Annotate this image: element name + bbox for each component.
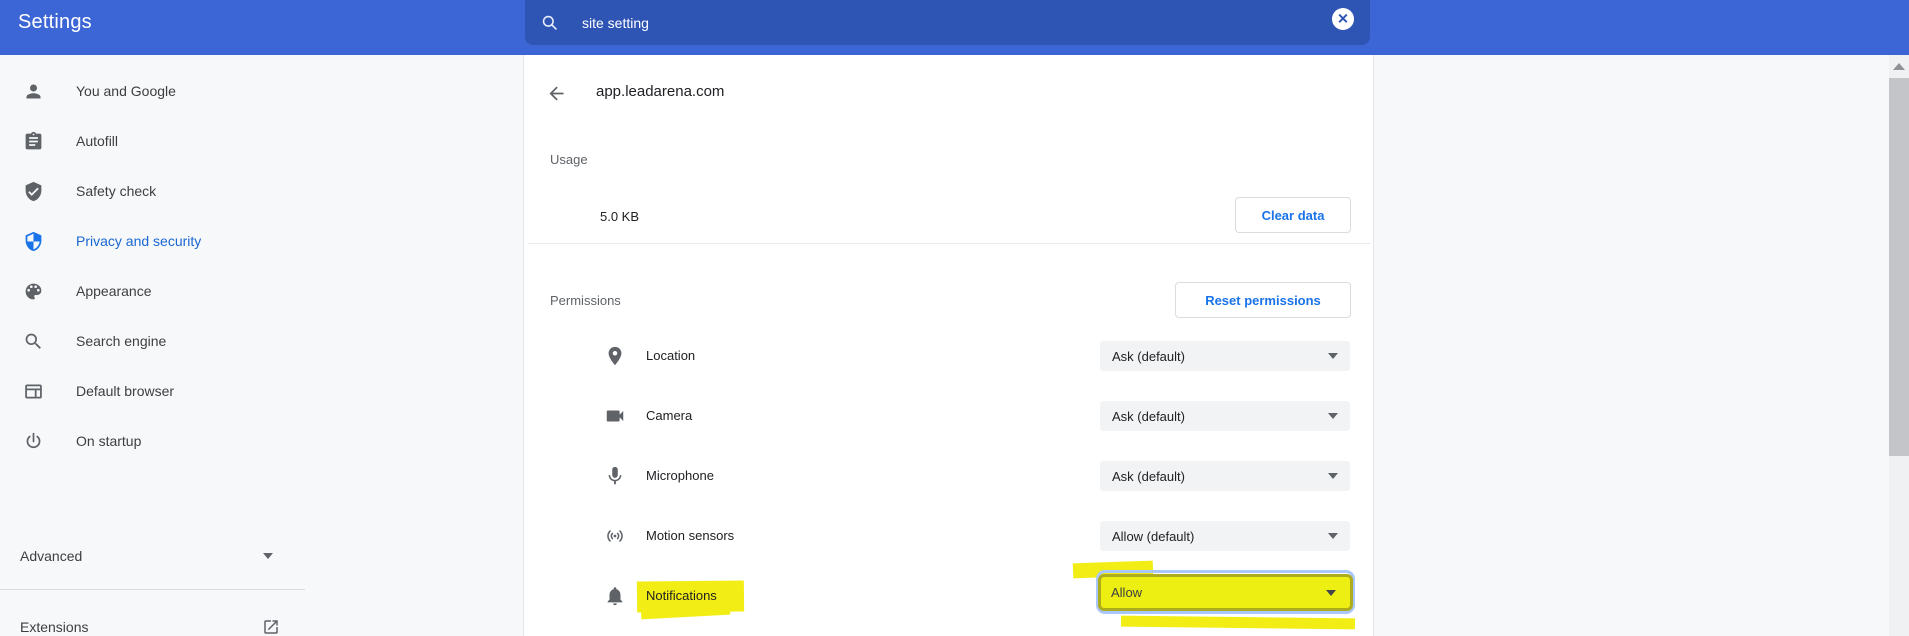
shield-check-icon	[23, 181, 44, 202]
sidebar-item-autofill[interactable]: Autofill	[0, 116, 300, 166]
microphone-permission-dropdown[interactable]: Ask (default)	[1100, 461, 1350, 491]
sidebar-item-label: Safety check	[76, 183, 157, 199]
sidebar-item-on-startup[interactable]: On startup	[0, 416, 300, 466]
sidebar-item-extensions[interactable]: Extensions	[0, 607, 300, 636]
settings-search-box[interactable]: ✕	[525, 0, 1370, 45]
camera-icon	[604, 405, 626, 427]
dropdown-value: Ask (default)	[1112, 468, 1185, 484]
usage-size-value: 5.0 KB	[600, 209, 640, 224]
back-button[interactable]	[546, 80, 572, 106]
extensions-label: Extensions	[20, 619, 89, 635]
scrollbar-up-arrow-icon[interactable]	[1893, 63, 1905, 70]
section-divider	[528, 243, 1371, 244]
sidebar-item-label: You and Google	[76, 83, 176, 99]
sidebar-item-privacy-and-security[interactable]: Privacy and security	[0, 216, 300, 266]
permission-label: Location	[646, 348, 696, 363]
page-title: Settings	[18, 11, 92, 33]
chrome-settings-page: Settings ✕ You and Google Autofill	[0, 0, 1909, 636]
dropdown-value: Allow	[1111, 585, 1143, 600]
reset-permissions-button[interactable]: Reset permissions	[1175, 282, 1351, 318]
bell-icon	[604, 585, 626, 607]
permissions-section-label: Permissions	[550, 293, 621, 308]
person-icon	[23, 81, 44, 102]
microphone-icon	[604, 465, 626, 487]
browser-window-icon	[23, 381, 44, 402]
scrollbar-thumb[interactable]	[1889, 78, 1909, 456]
camera-permission-dropdown[interactable]: Ask (default)	[1100, 401, 1350, 431]
usage-section-label: Usage	[550, 152, 588, 167]
permission-label: Motion sensors	[646, 528, 735, 543]
settings-sidebar: You and Google Autofill Safety check Pri…	[0, 55, 523, 636]
sidebar-item-default-browser[interactable]: Default browser	[0, 366, 300, 416]
permission-row-motion-sensors: Motion sensors Allow (default)	[524, 506, 1375, 566]
vertical-scrollbar[interactable]	[1889, 55, 1909, 636]
close-icon: ✕	[1337, 10, 1349, 27]
external-link-icon	[262, 618, 280, 636]
sidebar-item-you-and-google[interactable]: You and Google	[0, 66, 300, 116]
permission-row-location: Location Ask (default)	[524, 326, 1375, 386]
sidebar-item-label: On startup	[76, 433, 142, 449]
permission-row-microphone: Microphone Ask (default)	[524, 446, 1375, 506]
clear-data-button[interactable]: Clear data	[1235, 197, 1351, 233]
magnifier-icon	[23, 331, 44, 352]
search-input[interactable]	[582, 14, 1370, 31]
site-details-card: app.leadarena.com Usage 5.0 KB Clear dat…	[523, 55, 1374, 636]
chevron-down-icon	[1328, 533, 1338, 539]
chevron-down-icon	[1328, 413, 1338, 419]
power-icon	[23, 431, 44, 452]
notifications-permission-dropdown[interactable]: Allow	[1098, 574, 1353, 611]
sidebar-item-label: Appearance	[76, 283, 152, 299]
permission-row-notifications: Notifications Allow	[524, 560, 1375, 630]
permission-label: Notifications	[646, 588, 717, 603]
chevron-down-icon	[1328, 473, 1338, 479]
sidebar-advanced-toggle[interactable]: Advanced	[0, 536, 300, 576]
site-domain: app.leadarena.com	[596, 83, 725, 100]
dropdown-highlight-smear-bottom	[1120, 615, 1356, 630]
search-icon	[540, 13, 559, 32]
shield-half-icon	[23, 231, 44, 252]
clipboard-icon	[23, 131, 44, 152]
permission-label: Camera	[646, 408, 693, 423]
motion-sensors-icon	[604, 525, 626, 547]
dropdown-value: Ask (default)	[1112, 348, 1185, 364]
chevron-down-icon	[1328, 353, 1338, 359]
header-bar: Settings ✕	[0, 0, 1909, 55]
sidebar-item-label: Privacy and security	[76, 233, 202, 249]
sidebar-divider	[0, 589, 305, 590]
clear-search-button[interactable]: ✕	[1332, 8, 1354, 30]
sidebar-item-safety-check[interactable]: Safety check	[0, 166, 300, 216]
permission-row-camera: Camera Ask (default)	[524, 386, 1375, 446]
sidebar-item-label: Default browser	[76, 383, 175, 399]
permission-label: Microphone	[646, 468, 714, 483]
location-pin-icon	[604, 345, 626, 367]
chevron-down-icon	[263, 553, 273, 559]
sidebar-item-search-engine[interactable]: Search engine	[0, 316, 300, 366]
dropdown-value: Ask (default)	[1112, 408, 1185, 424]
location-permission-dropdown[interactable]: Ask (default)	[1100, 341, 1350, 371]
chevron-down-icon	[1326, 590, 1336, 596]
dropdown-value: Allow (default)	[1112, 528, 1195, 544]
advanced-label: Advanced	[20, 548, 83, 564]
sidebar-item-label: Search engine	[76, 333, 167, 349]
sidebar-item-label: Autofill	[76, 133, 119, 149]
back-arrow-icon	[546, 83, 572, 104]
palette-icon	[23, 281, 44, 302]
motion-sensors-permission-dropdown[interactable]: Allow (default)	[1100, 521, 1350, 551]
sidebar-item-appearance[interactable]: Appearance	[0, 266, 300, 316]
